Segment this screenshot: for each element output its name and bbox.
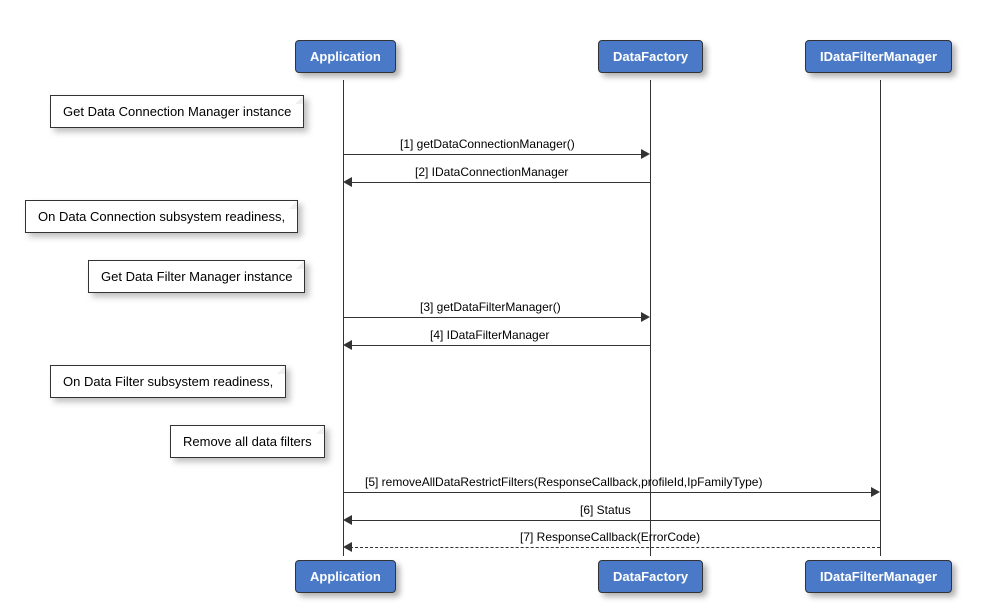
arrow-head-5 (871, 487, 880, 497)
arrow-3 (343, 317, 643, 318)
message-label-7: [7] ResponseCallback(ErrorCode) (520, 530, 700, 544)
arrow-head-4 (343, 340, 352, 350)
participant-idatafiltermanager-top: IDataFilterManager (805, 40, 952, 73)
message-label-5: [5] removeAllDataRestrictFilters(Respons… (365, 475, 762, 489)
note-get-data-filter-manager: Get Data Filter Manager instance (88, 260, 305, 293)
message-label-3: [3] getDataFilterManager() (420, 300, 561, 314)
arrow-head-3 (641, 312, 650, 322)
lifeline-idatafiltermanager (880, 80, 881, 556)
note-remove-all-data-filters: Remove all data filters (170, 425, 325, 458)
note-get-data-connection-manager: Get Data Connection Manager instance (50, 95, 304, 128)
participant-datafactory-bottom: DataFactory (598, 560, 703, 593)
arrow-6 (350, 520, 880, 521)
arrow-2 (350, 182, 650, 183)
note-data-filter-readiness: On Data Filter subsystem readiness, (50, 365, 286, 398)
message-label-2: [2] IDataConnectionManager (415, 165, 568, 179)
message-label-1: [1] getDataConnectionManager() (400, 137, 575, 151)
arrow-4 (350, 345, 650, 346)
sequence-diagram: Application DataFactory IDataFilterManag… (20, 20, 973, 596)
message-label-6: [6] Status (580, 503, 631, 517)
participant-application-bottom: Application (295, 560, 396, 593)
arrow-head-7 (343, 542, 352, 552)
arrow-head-2 (343, 177, 352, 187)
arrow-7 (350, 547, 880, 548)
arrow-5 (343, 492, 873, 493)
message-label-4: [4] IDataFilterManager (430, 328, 549, 342)
participant-datafactory-top: DataFactory (598, 40, 703, 73)
arrow-head-6 (343, 515, 352, 525)
participant-application-top: Application (295, 40, 396, 73)
arrow-head-1 (641, 149, 650, 159)
note-data-connection-readiness: On Data Connection subsystem readiness, (25, 200, 298, 233)
arrow-1 (343, 154, 643, 155)
lifeline-application (343, 80, 344, 556)
participant-idatafiltermanager-bottom: IDataFilterManager (805, 560, 952, 593)
